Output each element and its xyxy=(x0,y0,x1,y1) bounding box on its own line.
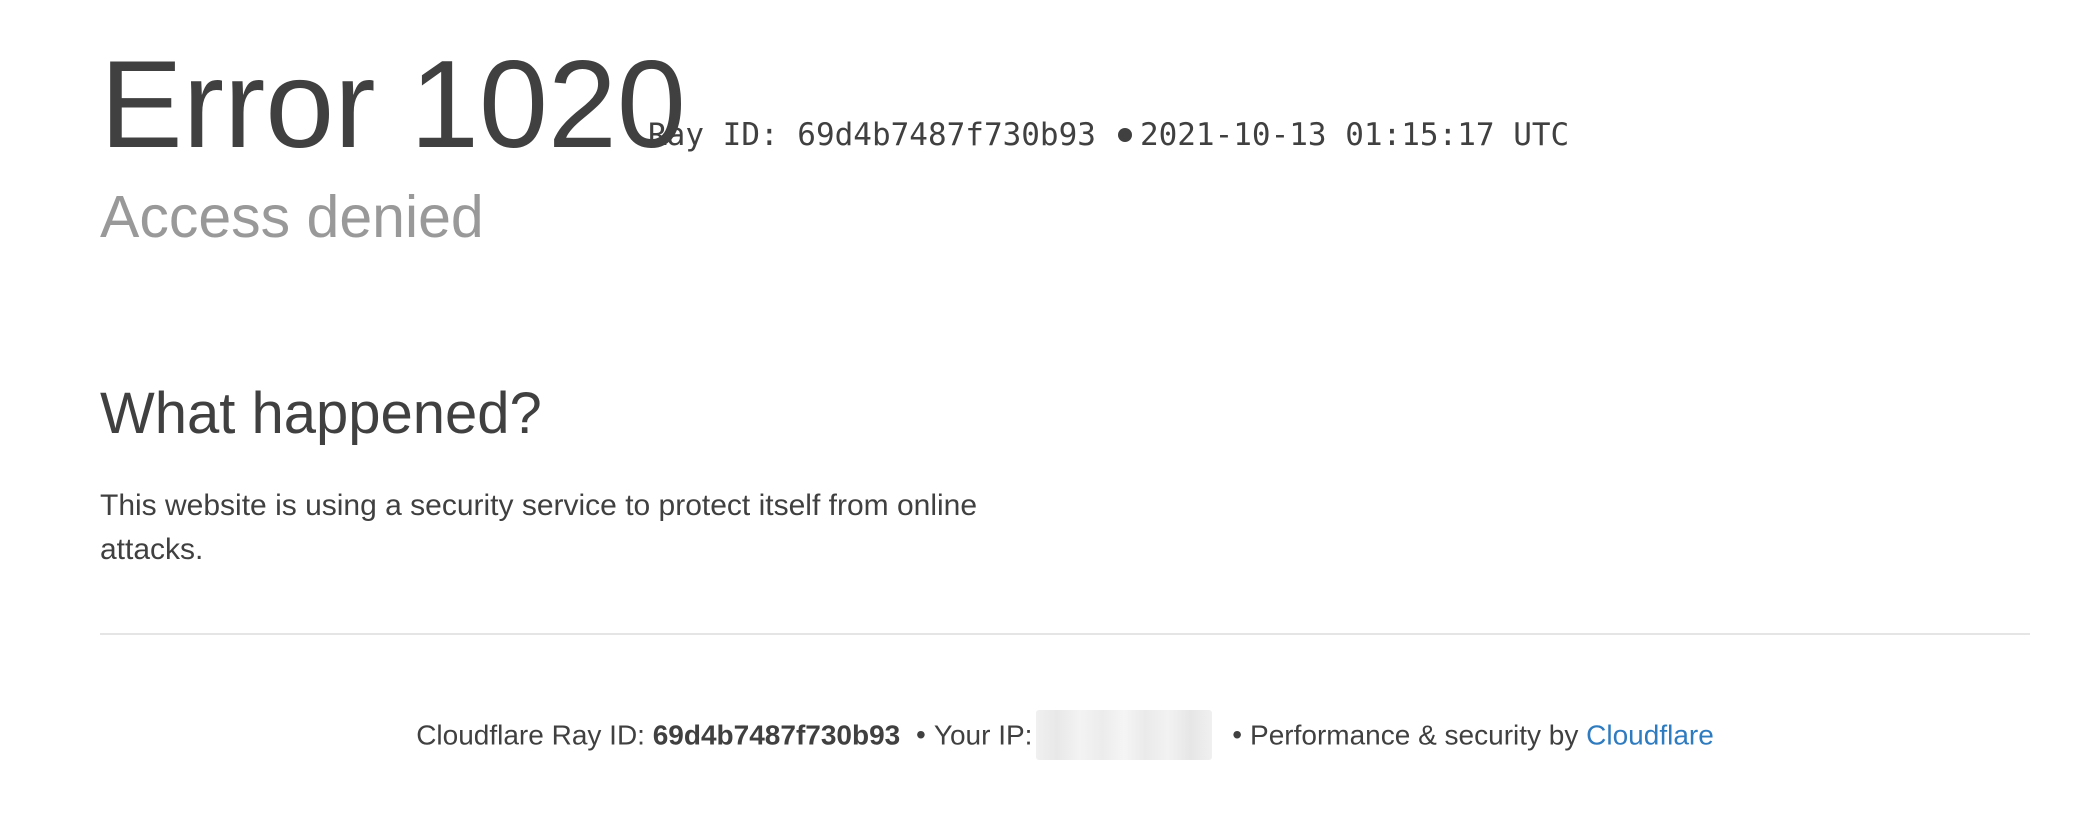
redacted-ip xyxy=(1036,710,1213,760)
section-heading: What happened? xyxy=(100,381,542,446)
timestamp: 2021-10-13 01:15:17 UTC xyxy=(1139,117,1570,153)
what-happened-section: What happened? This website is using a s… xyxy=(100,376,1100,572)
footer-bullet: • xyxy=(1232,719,1243,751)
footer-ip-label: Your IP: xyxy=(933,719,1033,751)
cloudflare-link[interactable]: Cloudflare xyxy=(1586,719,1714,750)
footer: Cloudflare Ray ID: 69d4b7487f730b93 • You… xyxy=(100,710,2030,762)
error-page: Error 1020 Ray ID: 69d4b7487f730b93 2021-… xyxy=(100,0,2030,836)
ray-id-line: Ray ID: 69d4b7487f730b93 2021-10-13 01:15… xyxy=(648,116,1569,154)
footer-bullet: • xyxy=(916,719,926,751)
footer-ray-prefix: Cloudflare Ray ID: xyxy=(416,719,645,751)
divider xyxy=(100,633,2030,635)
section-text: This website is using a security service… xyxy=(100,489,978,566)
footer-ray-id: 69d4b7487f730b93 xyxy=(652,719,901,751)
error-subtitle: Access denied xyxy=(100,184,484,250)
ray-id-label: Ray ID: 69d4b7487f730b93 xyxy=(648,117,1096,153)
separator-dot-icon xyxy=(1117,127,1132,142)
error-title: Error 1020 xyxy=(100,36,686,174)
footer-perf-label: Performance & security by xyxy=(1250,719,1579,751)
error-header: Error 1020 Ray ID: 69d4b7487f730b93 2021-… xyxy=(100,40,2030,260)
